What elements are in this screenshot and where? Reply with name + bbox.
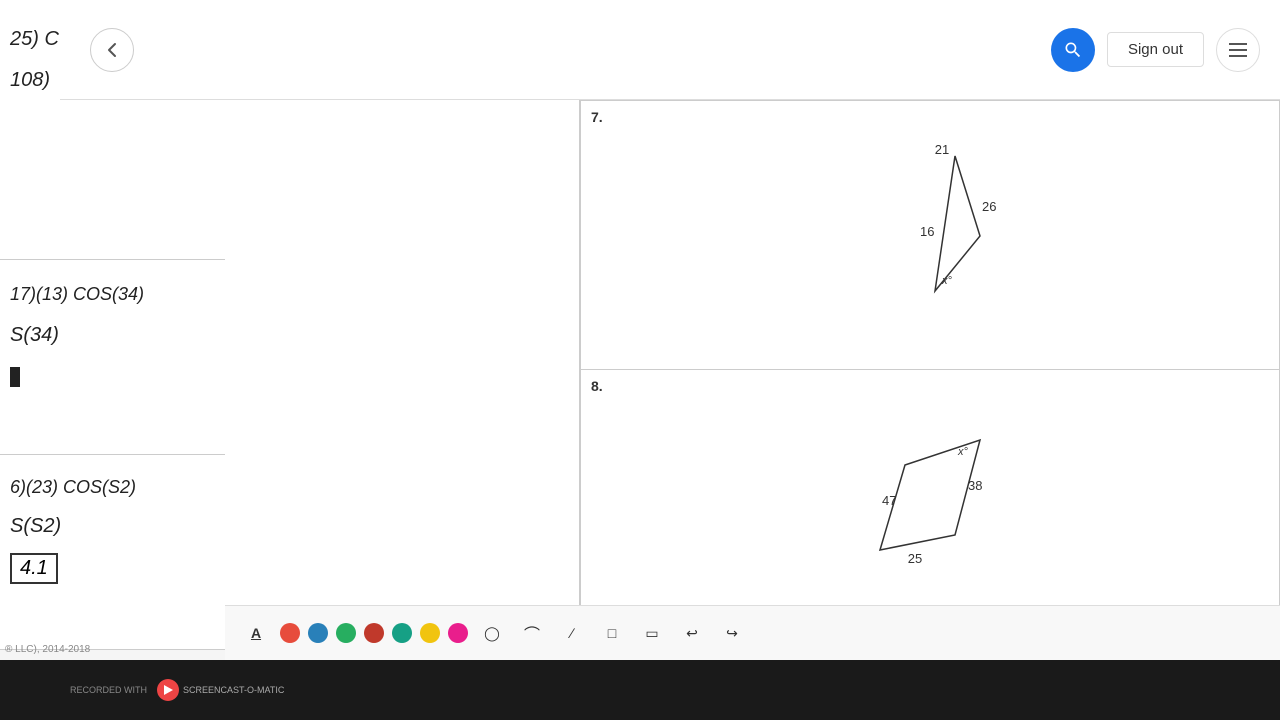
problem-8-box: 8. 47 38 25 x° bbox=[580, 370, 1280, 640]
arc-tool-button[interactable]: ⌒ bbox=[516, 617, 548, 649]
undo-button[interactable]: ↩ bbox=[676, 617, 708, 649]
screencast-logo: SCREENCAST-O-MATIC bbox=[157, 679, 284, 701]
problem-7-content: 21 26 16 x° bbox=[581, 101, 1279, 351]
svg-text:25: 25 bbox=[908, 551, 922, 566]
panel2-underline bbox=[10, 367, 20, 387]
svg-text:x°: x° bbox=[957, 446, 969, 458]
panel2-line1: 17)(13) COS(34) bbox=[10, 280, 215, 311]
panel3-line1: 6)(23) COS(S2) bbox=[10, 473, 215, 504]
text-tool-button[interactable]: A bbox=[240, 617, 272, 649]
search-button[interactable] bbox=[1051, 28, 1095, 72]
problem-7-triangle: 21 26 16 x° bbox=[850, 136, 1010, 316]
panel3-line2: S(S2) bbox=[10, 512, 215, 543]
left-panel-3: 6)(23) COS(S2) S(S2) 4.1 bbox=[0, 455, 225, 650]
svg-text:x°: x° bbox=[941, 275, 953, 287]
middle-blank-area bbox=[225, 100, 580, 660]
color-pink[interactable] bbox=[448, 623, 468, 643]
color-darkred[interactable] bbox=[364, 623, 384, 643]
top-bar: Sign out bbox=[60, 0, 1280, 100]
right-problems-area: 7. 21 26 16 x° 8. bbox=[580, 100, 1280, 660]
sign-out-button[interactable]: Sign out bbox=[1107, 32, 1204, 67]
svg-text:38: 38 bbox=[968, 478, 982, 493]
svg-text:21: 21 bbox=[935, 142, 949, 157]
circle-tool-button[interactable]: ◯ bbox=[476, 617, 508, 649]
menu-button[interactable] bbox=[1216, 28, 1260, 72]
menu-line1 bbox=[1229, 43, 1247, 45]
screencast-recorded-label: RECORDED WITH bbox=[70, 685, 147, 695]
problem-8-shape: 47 38 25 x° bbox=[850, 405, 1010, 585]
color-teal[interactable] bbox=[392, 623, 412, 643]
rect2-tool-button[interactable]: ▭ bbox=[636, 617, 668, 649]
rect-tool-button[interactable]: □ bbox=[596, 617, 628, 649]
line-tool-button[interactable]: ∕ bbox=[556, 617, 588, 649]
color-blue[interactable] bbox=[308, 623, 328, 643]
color-green[interactable] bbox=[336, 623, 356, 643]
problem-7-box: 7. 21 26 16 x° bbox=[580, 100, 1280, 370]
problem-8-content: 47 38 25 x° bbox=[581, 370, 1279, 620]
bottom-bar: RECORDED WITH SCREENCAST-O-MATIC bbox=[0, 660, 1280, 720]
menu-line2 bbox=[1229, 49, 1247, 51]
svg-text:26: 26 bbox=[982, 199, 996, 214]
top-bar-actions: Sign out bbox=[1051, 28, 1260, 72]
svg-text:16: 16 bbox=[920, 224, 934, 239]
panel3-answer: 4.1 bbox=[10, 553, 58, 584]
left-panel-2: 17)(13) COS(34) S(34) bbox=[0, 260, 225, 455]
menu-line3 bbox=[1229, 55, 1247, 57]
left-watermark: ® LLC), 2014-2018 bbox=[5, 644, 90, 655]
panel2-line2: S(34) bbox=[10, 321, 215, 352]
svg-text:47: 47 bbox=[882, 493, 896, 508]
bottom-toolbar: A ◯ ⌒ ∕ □ ▭ ↩ ↪ bbox=[225, 605, 1280, 660]
color-yellow[interactable] bbox=[420, 623, 440, 643]
color-red[interactable] bbox=[280, 623, 300, 643]
redo-button[interactable]: ↪ bbox=[716, 617, 748, 649]
back-button[interactable] bbox=[90, 28, 134, 72]
